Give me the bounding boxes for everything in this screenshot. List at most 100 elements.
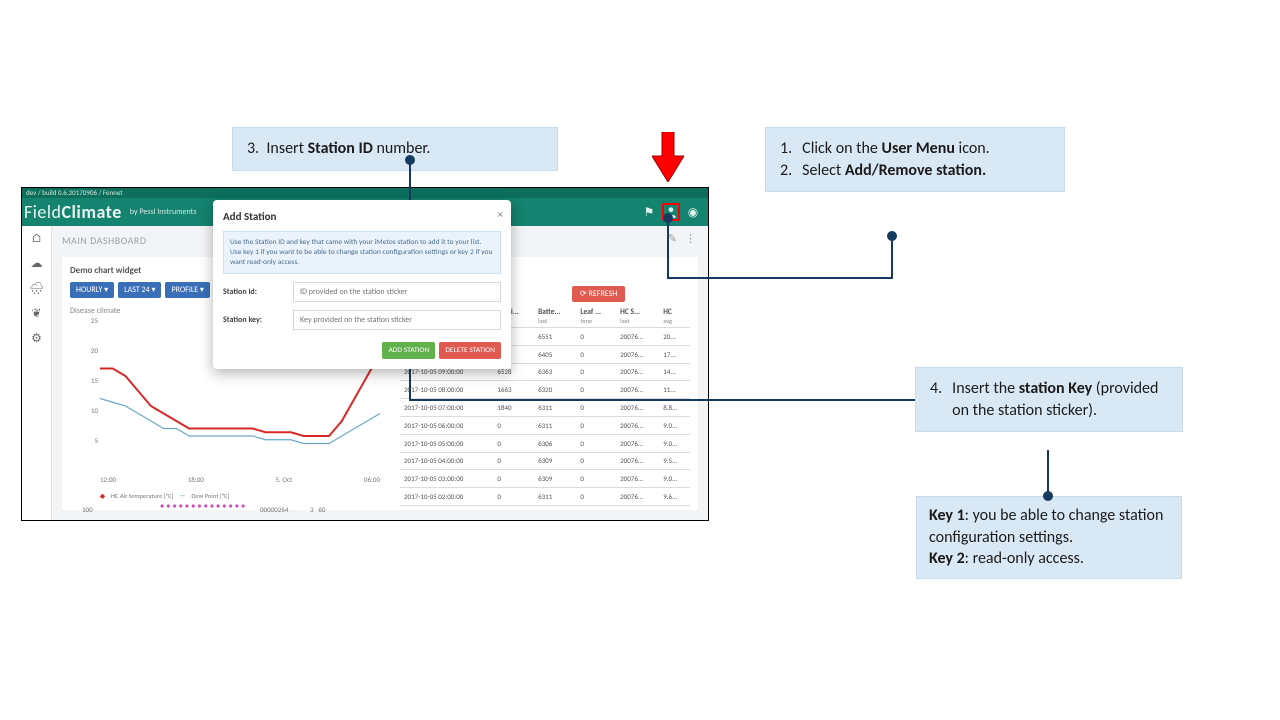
text-bold: Station ID <box>308 139 373 158</box>
table-cell: 2017-10-05 03:00:00 <box>400 470 493 488</box>
add-station-modal: Add Station × Use the Station ID and key… <box>213 200 511 369</box>
table-cell: 0 <box>576 399 616 417</box>
table-cell: 0 <box>576 381 616 399</box>
table-cell: 6551 <box>534 328 576 346</box>
table-cell: 0 <box>576 470 616 488</box>
table-row: 2017-10-05 02:00:0006311020076...9.6... <box>400 488 690 506</box>
home-icon[interactable]: ⌂ <box>31 232 42 246</box>
table-row: 2017-10-05 07:00:0018406311020076...8.8.… <box>400 399 690 417</box>
add-station-button[interactable]: ADD STATION <box>382 342 435 359</box>
text-bold: station Key <box>1019 379 1092 398</box>
table-cell: 6311 <box>534 399 576 417</box>
callout-steps-1-2: 1. Click on the User Menu icon. 2. Selec… <box>765 127 1065 192</box>
text: Insert the <box>952 379 1019 398</box>
table-cell: 9.0... <box>659 434 690 452</box>
table-cell: 9.6... <box>659 488 690 506</box>
station-key-input[interactable] <box>293 310 501 330</box>
table-cell: 2017-10-05 02:00:00 <box>400 488 493 506</box>
station-id-label: Station id: <box>223 287 287 297</box>
gear-icon[interactable]: ⚙ <box>31 331 42 346</box>
table-cell: 0 <box>493 470 534 488</box>
mini-r2: 60 <box>318 505 325 514</box>
rain-icon[interactable]: 🌧 <box>29 281 44 296</box>
key1-label: Key 1 <box>929 506 965 525</box>
text: Click on the <box>802 139 881 158</box>
byline: by Pessl Instruments <box>130 207 197 217</box>
table-cell: 9.0... <box>659 416 690 434</box>
table-cell: 6309 <box>534 452 576 470</box>
table-cell: 0 <box>576 434 616 452</box>
table-cell: 0 <box>576 363 616 381</box>
table-cell: 20076... <box>616 434 659 452</box>
table-cell: 0 <box>576 416 616 434</box>
col-hcs: HC S...last <box>616 306 659 328</box>
table-cell: 6306 <box>534 434 576 452</box>
edit-icon[interactable]: ✎ <box>668 232 677 245</box>
table-cell: 6309 <box>534 470 576 488</box>
y-axis-ticks: 25 20 15 10 5 <box>70 316 98 466</box>
chart-icon[interactable]: ☁ <box>31 256 43 271</box>
table-cell: 2017-10-05 05:00:00 <box>400 434 493 452</box>
dropdown-hourly[interactable]: HOURLY ▾ <box>70 282 114 298</box>
key1-text: : you be able to change station configur… <box>929 506 1163 547</box>
table-cell: 0 <box>576 328 616 346</box>
table-row: 2017-10-05 05:00:0006306020076...9.0... <box>400 434 690 452</box>
close-icon[interactable]: × <box>498 208 503 221</box>
table-cell: 20076... <box>616 345 659 363</box>
dropdown-profile[interactable]: PROFILE ▾ <box>165 282 209 298</box>
station-key-label: Station key: <box>223 315 287 325</box>
table-cell: 20076... <box>616 399 659 417</box>
leaf-icon[interactable]: ❦ <box>31 306 41 321</box>
col-hc: HCavg <box>659 306 690 328</box>
xtick: 5. Oct <box>275 475 292 484</box>
text-bold: Add/Remove station. <box>845 161 986 180</box>
table-cell: 0 <box>493 434 534 452</box>
text: icon. <box>955 139 990 158</box>
table-row: 2017-10-05 08:00:0016636320020076...11..… <box>400 381 690 399</box>
table-cell: 9.0... <box>659 470 690 488</box>
flag-icon[interactable]: ⚑ <box>640 203 658 221</box>
table-cell: 6311 <box>534 416 576 434</box>
table-cell: 20076... <box>616 470 659 488</box>
table-cell: 20076... <box>616 488 659 506</box>
x-axis-ticks: 12:00 18:00 5. Oct 06:00 <box>100 475 380 484</box>
table-cell: 0 <box>576 452 616 470</box>
station-id-input[interactable] <box>293 282 501 302</box>
broadcast-icon[interactable]: ◉ <box>684 203 702 221</box>
brand-logo: FieldClimate <box>24 201 122 223</box>
ytick: 5 <box>70 436 98 466</box>
build-strip: dev / build 0.6.20170906 / Fennet <box>22 188 708 198</box>
table-row: 2017-10-05 04:00:0006309020076...9.5... <box>400 452 690 470</box>
table-cell: 2017-10-05 07:00:00 <box>400 399 493 417</box>
table-cell: 20076... <box>616 381 659 399</box>
col-leaf: Leaf ...time <box>576 306 616 328</box>
refresh-button[interactable]: ⟳ REFRESH <box>572 286 625 302</box>
key2-text: : read-only access. <box>965 549 1084 568</box>
table-cell: 1840 <box>493 399 534 417</box>
table-cell: 0 <box>576 488 616 506</box>
delete-station-button[interactable]: DELETE STATION <box>439 342 501 359</box>
ytick: 10 <box>70 406 98 436</box>
text: number. <box>373 139 431 158</box>
table-cell: 2017-10-05 08:00:00 <box>400 381 493 399</box>
table-cell: 17... <box>659 345 690 363</box>
kebab-icon[interactable]: ⋮ <box>685 232 696 245</box>
user-menu-icon[interactable] <box>662 203 680 221</box>
table-cell: 1663 <box>493 381 534 399</box>
table-cell: 2017-10-05 06:00:00 <box>400 416 493 434</box>
dropdown-last24[interactable]: LAST 24 ▾ <box>118 282 161 298</box>
callout-step3: 3. Insert Station ID number. <box>232 127 558 171</box>
table-cell: 2017-10-05 04:00:00 <box>400 452 493 470</box>
xtick: 12:00 <box>100 475 116 484</box>
xtick: 18:00 <box>188 475 204 484</box>
ytick: 15 <box>70 376 98 406</box>
table-cell: 20076... <box>616 452 659 470</box>
mini-r1: 3 <box>310 505 314 514</box>
table-cell: 6320 <box>534 381 576 399</box>
table-cell: 8.8... <box>659 399 690 417</box>
table-row: 2017-10-05 03:00:0006309020076...9.0... <box>400 470 690 488</box>
brand-a: Field <box>24 201 61 223</box>
chart-sub-strip: 100 ●●●●●●●●●●●●●● 00000264 3 60 <box>100 498 380 514</box>
table-cell: 6311 <box>534 488 576 506</box>
table-cell: 9.5... <box>659 452 690 470</box>
